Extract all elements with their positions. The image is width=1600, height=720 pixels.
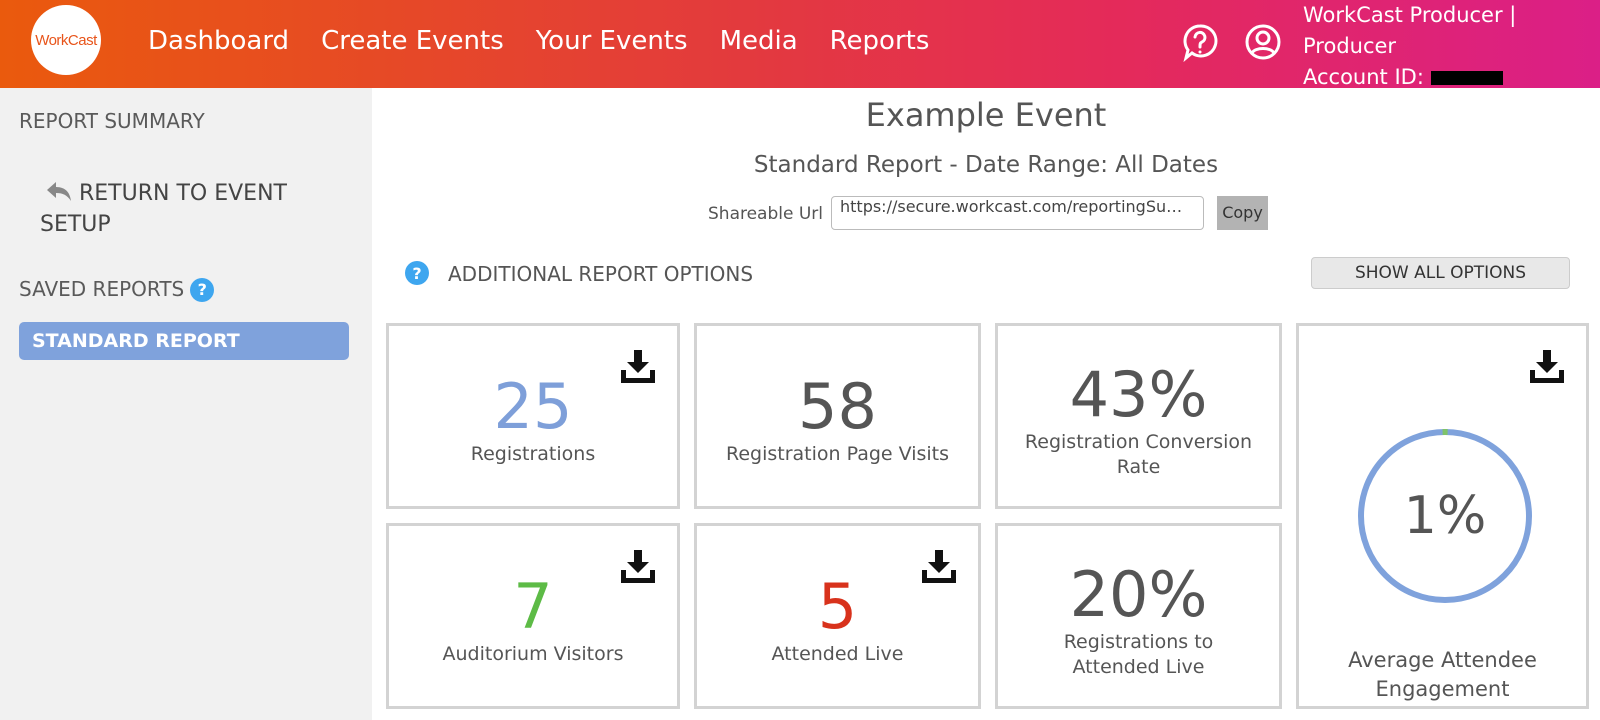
page-visits-value: 58 xyxy=(798,370,877,443)
reg-to-attended-label: Registrations to Attended Live xyxy=(1063,631,1214,678)
card-attended-live: 5 Attended Live xyxy=(694,523,981,709)
sidebar: REPORT SUMMARY RETURN TO EVENT SETUP SAV… xyxy=(0,88,372,720)
shareable-url-label: Shareable Url xyxy=(708,204,824,224)
page-visits-label: Registration Page Visits xyxy=(725,443,950,465)
report-summary-heading: REPORT SUMMARY xyxy=(19,109,205,133)
account-id: Account ID: xyxy=(1303,62,1516,93)
engagement-value: 1% xyxy=(1403,486,1487,546)
return-label: RETURN TO EVENT SETUP xyxy=(40,181,287,237)
card-average-attendee-engagement: 1% Average Attendee Engagement xyxy=(1296,323,1589,709)
saved-reports-heading: SAVED REPORTS? xyxy=(19,277,215,302)
copy-url-button[interactable]: Copy xyxy=(1217,196,1268,230)
conversion-label: Registration Conversion Rate xyxy=(1024,431,1253,478)
attended-live-label: Attended Live xyxy=(771,643,904,665)
redacted-account-number xyxy=(1430,71,1503,85)
card-auditorium-visitors: 7 Auditorium Visitors xyxy=(386,523,680,709)
reg-to-attended-value: 20% xyxy=(1069,558,1208,631)
card-registrations-to-attended-live: 20% Registrations to Attended Live xyxy=(995,523,1282,709)
main-nav: Dashboard Create Events Your Events Medi… xyxy=(148,26,961,56)
user-info: WorkCast Producer | Producer Account ID: xyxy=(1303,0,1516,93)
registrations-value: 25 xyxy=(493,370,573,443)
user-name: WorkCast Producer | xyxy=(1303,3,1517,27)
help-bubble-icon[interactable] xyxy=(1180,22,1220,63)
engagement-label: Average Attendee Engagement xyxy=(1348,648,1537,701)
return-arrow-icon xyxy=(47,182,71,201)
card-registrations: 25 Registrations xyxy=(386,323,680,509)
top-bar: WorkCast Dashboard Create Events Your Ev… xyxy=(0,0,1600,89)
registrations-label: Registrations xyxy=(470,443,596,465)
auditorium-label: Auditorium Visitors xyxy=(442,643,624,665)
nav-media[interactable]: Media xyxy=(720,26,798,56)
nav-reports[interactable]: Reports xyxy=(830,26,930,56)
saved-report-standard[interactable]: STANDARD REPORT xyxy=(19,322,349,360)
saved-reports-help-icon[interactable]: ? xyxy=(190,277,215,302)
shareable-url-input[interactable]: https://secure.workcast.com/reportingSum… xyxy=(831,196,1204,230)
nav-create-events[interactable]: Create Events xyxy=(321,26,504,56)
show-all-options-button[interactable]: SHOW ALL OPTIONS xyxy=(1311,257,1570,289)
conversion-value: 43% xyxy=(1069,358,1208,431)
card-registration-conversion-rate: 43% Registration Conversion Rate xyxy=(995,323,1282,509)
event-title: Example Event xyxy=(865,96,1107,134)
report-subtitle: Standard Report - Date Range: All Dates xyxy=(753,152,1219,178)
user-role: Producer xyxy=(1303,34,1397,58)
account-circle-icon[interactable] xyxy=(1243,22,1283,62)
nav-dashboard[interactable]: Dashboard xyxy=(148,26,289,56)
auditorium-value: 7 xyxy=(513,570,553,643)
workcast-logo[interactable]: WorkCast xyxy=(31,5,101,75)
return-to-event-setup-link[interactable]: RETURN TO EVENT SETUP xyxy=(40,178,340,240)
additional-report-options-title: ADDITIONAL REPORT OPTIONS xyxy=(448,262,754,286)
report-options-help-icon[interactable]: ? xyxy=(405,261,429,285)
download-icon[interactable] xyxy=(1528,348,1566,384)
nav-your-events[interactable]: Your Events xyxy=(536,26,688,56)
card-registration-page-visits: 58 Registration Page Visits xyxy=(694,323,981,509)
attended-live-value: 5 xyxy=(817,570,858,643)
